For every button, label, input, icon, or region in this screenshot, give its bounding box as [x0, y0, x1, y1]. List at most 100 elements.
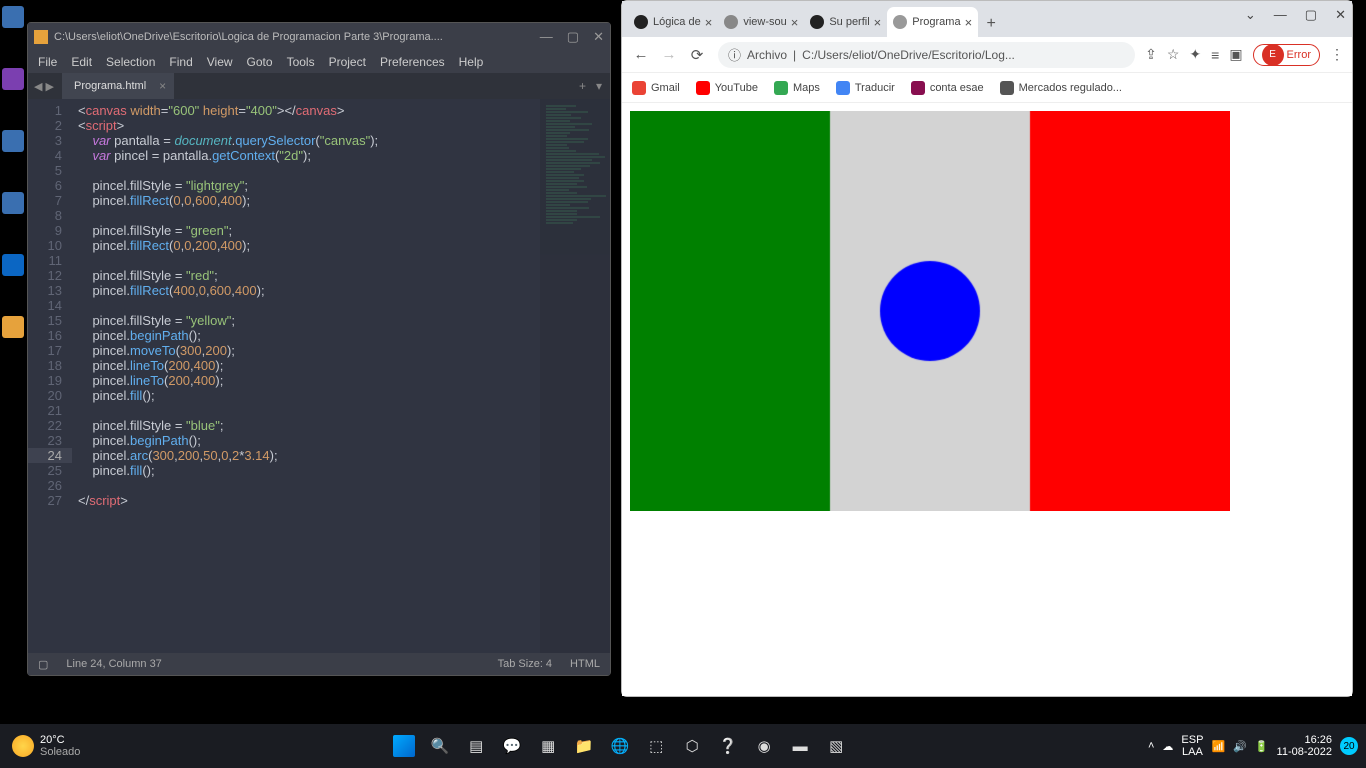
new-tab-button[interactable]: +	[579, 79, 586, 93]
desktop-shortcut[interactable]	[2, 6, 24, 28]
notification-badge[interactable]: 20	[1340, 737, 1358, 755]
status-bar: ▢ Line 24, Column 37 Tab Size: 4 HTML	[28, 653, 610, 675]
minimize-button[interactable]: —	[1274, 7, 1287, 23]
desktop-shortcut[interactable]	[2, 192, 24, 214]
tab-close-icon[interactable]: ×	[791, 15, 799, 30]
line-gutter: 1234567891011121314151617181920212223242…	[28, 99, 72, 653]
bookmark-item[interactable]: Maps	[774, 81, 820, 95]
forward-button[interactable]: →	[658, 46, 680, 63]
bookmarks-bar: Gmail YouTube Maps Traducir conta esae Mercad…	[622, 73, 1352, 103]
url-scheme: Archivo	[747, 48, 787, 62]
tab-close-icon[interactable]: ×	[705, 15, 713, 30]
tab-dropdown-icon[interactable]: ▾	[596, 79, 602, 93]
weather-widget[interactable]: 20°C Soleado	[0, 734, 92, 758]
menu-project[interactable]: Project	[329, 55, 366, 69]
sun-icon	[12, 735, 34, 757]
menu-file[interactable]: File	[38, 55, 57, 69]
extensions-icon[interactable]: ✦	[1189, 46, 1201, 63]
chrome-tab[interactable]: view-sou×	[718, 7, 804, 37]
close-button[interactable]: ✕	[1335, 7, 1346, 23]
chrome-tab[interactable]: Su perfil×	[804, 7, 887, 37]
side-panel-icon[interactable]: ▣	[1229, 46, 1242, 63]
sublime-icon	[34, 30, 48, 44]
reload-button[interactable]: ⟳	[686, 46, 708, 64]
address-bar[interactable]: ⓘ Archivo | C:/Users/eliot/OneDrive/Escr…	[718, 42, 1135, 68]
menu-preferences[interactable]: Preferences	[380, 55, 445, 69]
close-button[interactable]: ✕	[593, 29, 604, 45]
app-icon[interactable]: ▬	[785, 731, 815, 761]
widgets-icon[interactable]: ▦	[533, 731, 563, 761]
desktop-shortcut[interactable]	[2, 316, 24, 338]
tab-close-icon[interactable]: ×	[159, 79, 166, 93]
bookmark-item[interactable]: YouTube	[696, 81, 758, 95]
chat-icon[interactable]: 💬	[497, 731, 527, 761]
status-language[interactable]: HTML	[570, 658, 600, 670]
onedrive-icon[interactable]: ☁	[1162, 740, 1173, 753]
chrome-tab[interactable]: Lógica de×	[628, 7, 718, 37]
battery-icon[interactable]: 🔋	[1255, 740, 1269, 753]
task-view-icon[interactable]: ▤	[461, 731, 491, 761]
menu-find[interactable]: Find	[169, 55, 192, 69]
maximize-button[interactable]: ▢	[567, 29, 579, 45]
tab-nav-arrows[interactable]: ◀ ▶	[34, 80, 54, 93]
menu-edit[interactable]: Edit	[71, 55, 92, 69]
file-explorer-icon[interactable]: 📁	[569, 731, 599, 761]
start-button[interactable]	[389, 731, 419, 761]
dropbox-icon[interactable]: ⬚	[641, 731, 671, 761]
bookmark-item[interactable]: Mercados regulado...	[1000, 81, 1122, 95]
menu-tools[interactable]: Tools	[287, 55, 315, 69]
app-icon[interactable]: ⬡	[677, 731, 707, 761]
menu-goto[interactable]: Goto	[247, 55, 273, 69]
sublime-taskbar-icon[interactable]: ▧	[821, 731, 851, 761]
menu-bar: File Edit Selection Find View Goto Tools Projec…	[28, 51, 610, 73]
maximize-button[interactable]: ▢	[1305, 7, 1317, 23]
input-language[interactable]: ESP	[1181, 734, 1203, 746]
minimap[interactable]	[540, 99, 610, 653]
search-icon[interactable]: 🔍	[425, 731, 455, 761]
back-button[interactable]: ←	[630, 46, 652, 63]
volume-icon[interactable]: 🔊	[1233, 740, 1247, 753]
error-badge[interactable]: E Error	[1253, 44, 1320, 66]
page-content	[622, 103, 1352, 696]
edge-icon[interactable]: 🌐	[605, 731, 635, 761]
menu-kebab-icon[interactable]: ⋮	[1330, 46, 1344, 63]
menu-help[interactable]: Help	[459, 55, 484, 69]
clock[interactable]: 16:26 11-08-2022	[1277, 734, 1332, 758]
taskbar: 20°C Soleado 🔍 ▤ 💬 ▦ 📁 🌐 ⬚ ⬡ ❔ ◉ ▬ ▧ ˄ ☁…	[0, 724, 1366, 768]
bookmark-star-icon[interactable]: ☆	[1167, 46, 1180, 63]
keyboard-layout[interactable]: LAA	[1181, 746, 1203, 758]
minimize-button[interactable]: —	[540, 29, 553, 45]
tab-programa[interactable]: Programa.html ×	[62, 73, 174, 99]
chrome-tab[interactable]: Programa×	[887, 7, 978, 37]
status-tab-size[interactable]: Tab Size: 4	[498, 658, 552, 670]
share-icon[interactable]: ⇪	[1145, 46, 1157, 63]
tray-chevron-icon[interactable]: ˄	[1148, 740, 1154, 752]
reading-list-icon[interactable]: ≡	[1211, 47, 1219, 63]
tab-close-icon[interactable]: ×	[874, 15, 882, 30]
bookmark-item[interactable]: conta esae	[911, 81, 984, 95]
site-info-icon[interactable]: ⓘ	[728, 45, 741, 64]
sublime-titlebar[interactable]: C:\Users\eliot\OneDrive\Escritorio\Logic…	[28, 23, 610, 51]
bookmark-item[interactable]: Traducir	[836, 81, 895, 95]
status-square-icon[interactable]: ▢	[38, 658, 48, 671]
code-area[interactable]: <canvas width="600" height="400"></canva…	[72, 99, 610, 653]
system-tray: ˄ ☁ ESP LAA 📶 🔊 🔋 16:26 11-08-2022 20	[1148, 734, 1366, 758]
new-tab-button[interactable]: +	[978, 11, 1004, 37]
tab-bar: ◀ ▶ Programa.html × + ▾	[28, 73, 610, 99]
weather-temp: 20°C	[40, 734, 80, 746]
desktop-shortcut[interactable]	[2, 254, 24, 276]
desktop-shortcut[interactable]	[2, 130, 24, 152]
menu-selection[interactable]: Selection	[106, 55, 155, 69]
desktop-shortcut[interactable]	[2, 68, 24, 90]
bookmark-item[interactable]: Gmail	[632, 81, 680, 95]
chrome-account-chevron-icon[interactable]: ⌄	[1245, 7, 1256, 23]
tab-close-icon[interactable]: ×	[965, 15, 973, 30]
chrome-taskbar-icon[interactable]: ◉	[749, 731, 779, 761]
menu-view[interactable]: View	[207, 55, 233, 69]
wifi-icon[interactable]: 📶	[1211, 740, 1225, 753]
tab-label: Programa.html	[74, 80, 146, 92]
sublime-window: C:\Users\eliot\OneDrive\Escritorio\Logic…	[27, 22, 611, 676]
help-icon[interactable]: ❔	[713, 731, 743, 761]
editor[interactable]: 1234567891011121314151617181920212223242…	[28, 99, 610, 653]
chrome-toolbar: ← → ⟳ ⓘ Archivo | C:/Users/eliot/OneDriv…	[622, 37, 1352, 73]
